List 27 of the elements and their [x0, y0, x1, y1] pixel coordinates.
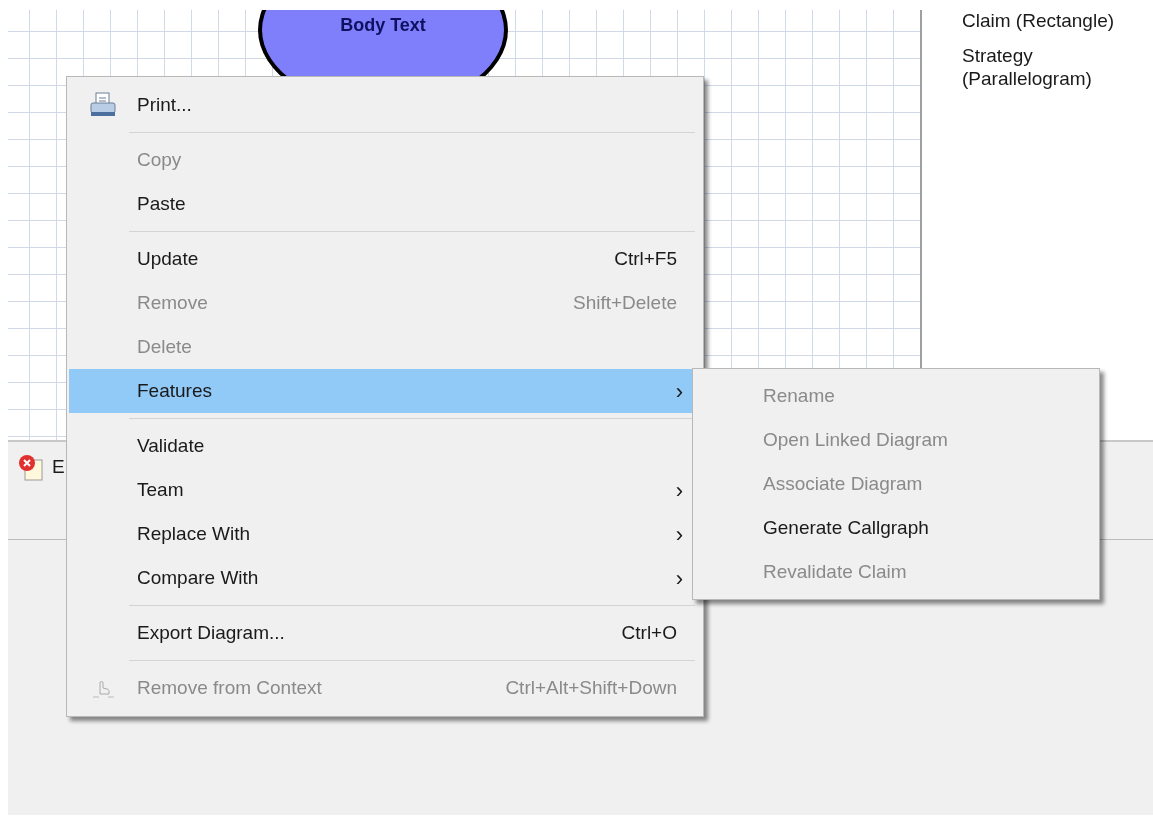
menu-item-label: Compare With	[137, 565, 260, 590]
submenu-arrow: ›	[675, 377, 683, 406]
menu-item-label: Replace With	[137, 521, 251, 546]
menu-item-label: Update	[137, 246, 200, 271]
menu-item-label: Export Diagram...	[137, 620, 286, 645]
menu-item-label: Remove	[137, 290, 209, 315]
menu-item[interactable]: Update Ctrl+F5	[69, 237, 701, 281]
menu-item[interactable]: Paste	[69, 182, 701, 226]
shortcut-text: Ctrl+F5	[614, 246, 677, 271]
shortcut-text: Shift+Delete	[572, 290, 677, 315]
menu-item[interactable]: Export Diagram... Ctrl+O	[69, 611, 701, 655]
node-label: Body Text	[340, 14, 426, 34]
submenu-arrow: ›	[675, 564, 683, 593]
printer-icon	[89, 92, 117, 118]
submenu-arrow: ›	[675, 520, 683, 549]
menu-item-label: Remove from Context	[137, 675, 323, 700]
shortcut-text: Ctrl+Alt+Shift+Down	[505, 675, 677, 700]
palette-item[interactable]: Claim (Rectangle)	[962, 10, 1152, 33]
submenu-arrow: ›	[675, 476, 683, 505]
tab-label[interactable]: E	[52, 452, 65, 482]
menu-item[interactable]: Print...	[69, 83, 701, 127]
shortcut-text: Ctrl+O	[621, 620, 677, 645]
palette-item[interactable]: Strategy (Parallelogram)	[962, 44, 1152, 91]
menu-item[interactable]: Generate Callgraph	[695, 506, 1097, 550]
menu-item-label: Team	[137, 477, 185, 502]
menu-item-label: Features	[137, 378, 213, 403]
error-log-icon	[16, 452, 46, 482]
